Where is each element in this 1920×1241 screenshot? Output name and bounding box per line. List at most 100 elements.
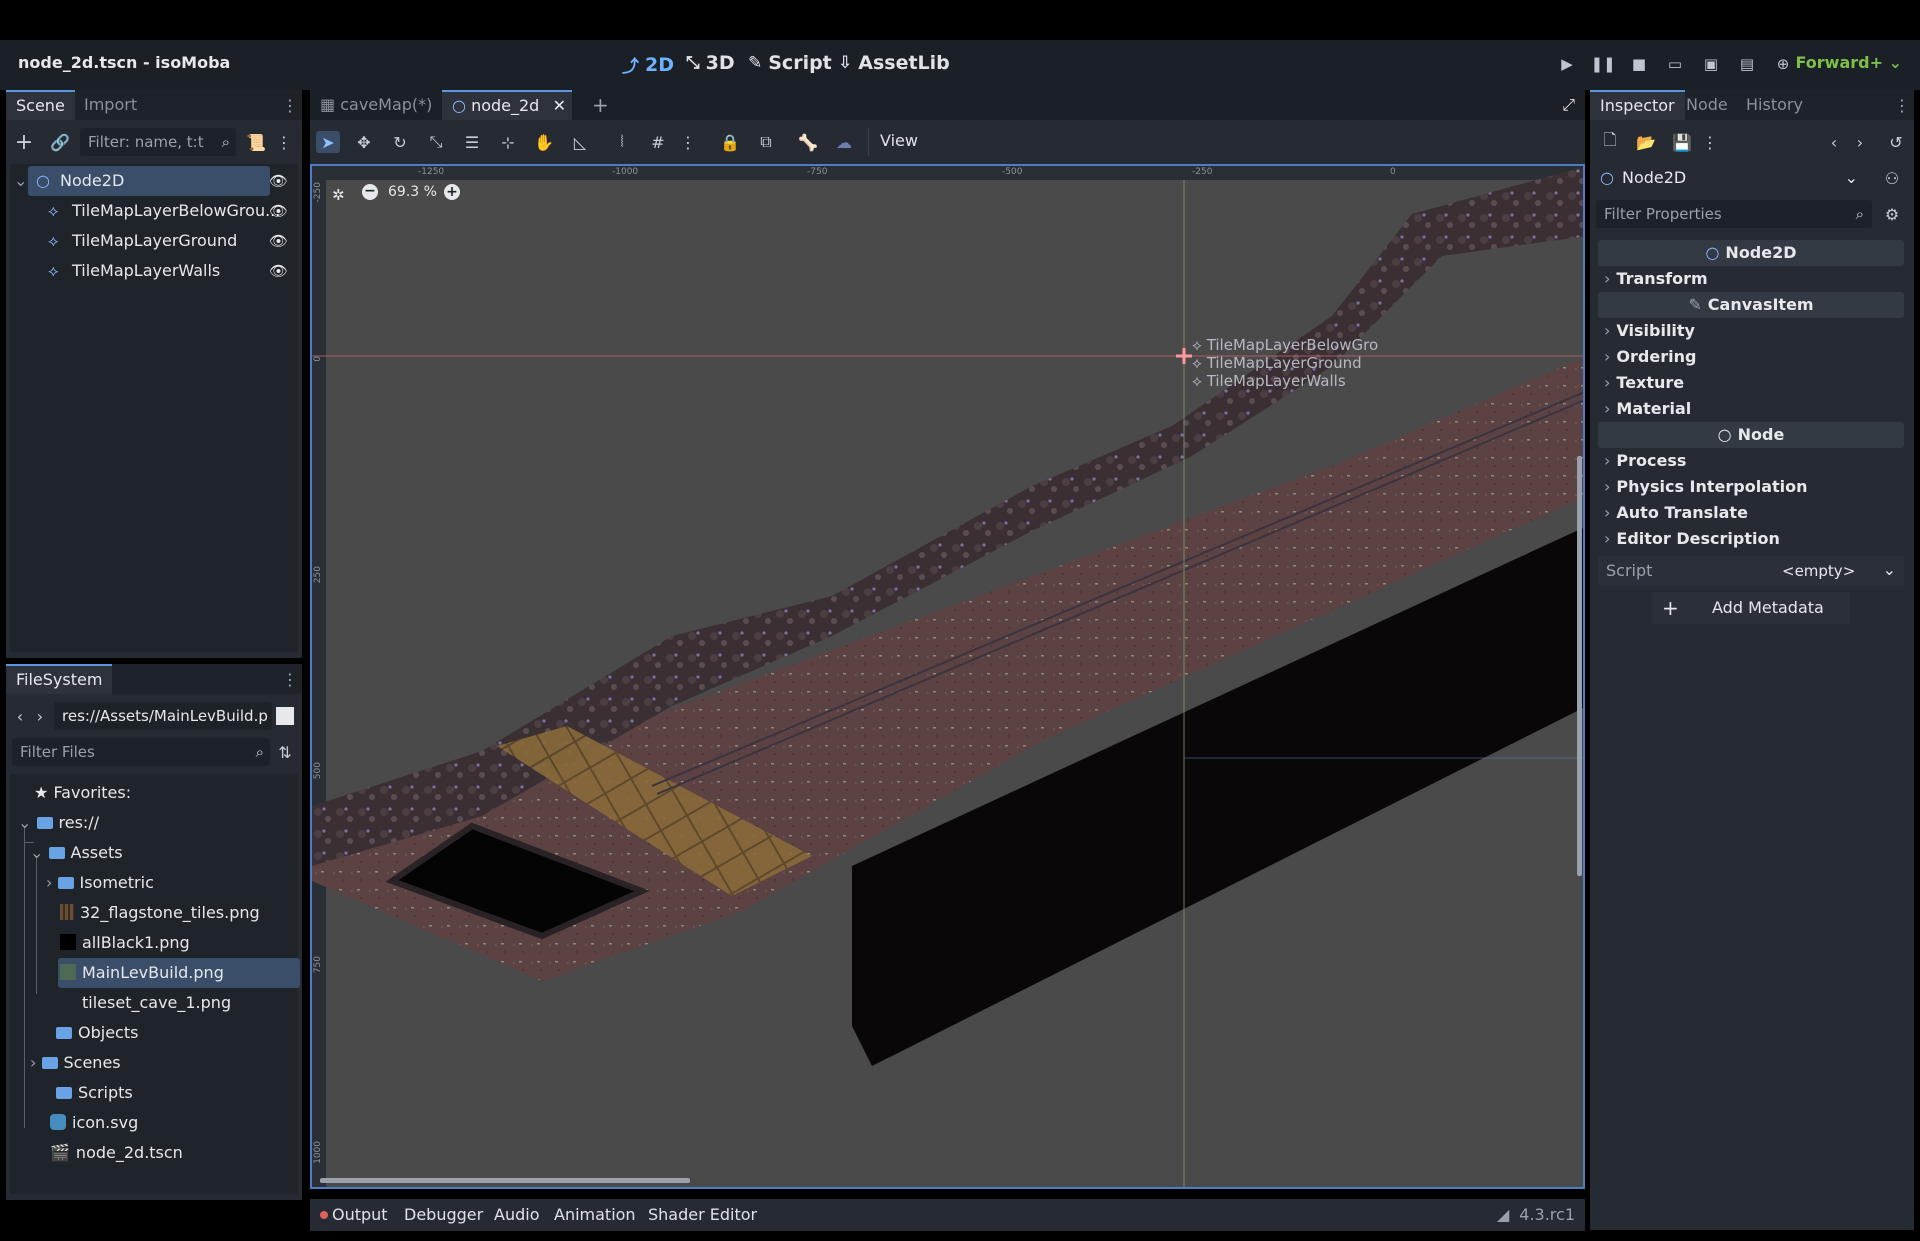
folder-res[interactable]: ⌄ res:// bbox=[18, 808, 99, 838]
tree-item-node2d[interactable]: ⌄ ○ Node2D 👁 bbox=[10, 166, 296, 196]
group-icon[interactable]: ⧉ bbox=[754, 131, 778, 153]
node-info-icon[interactable]: ⚇ bbox=[1880, 166, 1904, 190]
file-node2d-scene[interactable]: 🎬 node_2d.tscn bbox=[50, 1138, 183, 1168]
chevron-right-icon[interactable]: › bbox=[46, 873, 52, 892]
object-history-icon[interactable]: ↺ bbox=[1884, 130, 1908, 154]
mode-3d-button[interactable]: ⤡ 3D bbox=[686, 52, 735, 74]
tab-shader-editor[interactable]: Shader Editor bbox=[648, 1205, 757, 1224]
history-forward-icon[interactable]: › bbox=[1850, 130, 1870, 154]
tab-audio[interactable]: Audio bbox=[494, 1205, 539, 1224]
bone-icon[interactable]: 🦴 bbox=[796, 131, 820, 153]
list-select-icon[interactable]: ☰ bbox=[460, 131, 484, 153]
scene-filter-input[interactable]: Filter: name, t:t ⌕ bbox=[80, 128, 236, 156]
lock-icon[interactable]: 🔒 bbox=[718, 131, 742, 153]
group-ordering[interactable]: › Ordering bbox=[1604, 344, 1696, 370]
grid-snap-icon[interactable]: # bbox=[646, 131, 670, 153]
new-resource-icon[interactable]: 🗋 bbox=[1598, 130, 1622, 154]
tab-filesystem[interactable]: FileSystem bbox=[6, 664, 113, 694]
scale-mode-icon[interactable]: ⤡ bbox=[424, 131, 448, 153]
file-mainlevbuild[interactable]: MainLevBuild.png bbox=[58, 958, 300, 988]
scene-dock-menu-icon[interactable]: ⋮ bbox=[282, 96, 298, 115]
chevron-down-icon[interactable]: ⌄ bbox=[14, 166, 27, 196]
group-material[interactable]: › Material bbox=[1604, 396, 1691, 422]
file-icon-svg[interactable]: icon.svg bbox=[50, 1108, 138, 1138]
movie-maker-icon[interactable]: ⊕ bbox=[1772, 53, 1794, 75]
pause-icon[interactable]: ❚❚ bbox=[1590, 53, 1615, 75]
move-mode-icon[interactable]: ✥ bbox=[352, 131, 376, 153]
group-auto-translate[interactable]: › Auto Translate bbox=[1604, 500, 1748, 526]
close-icon[interactable]: ✕ bbox=[553, 92, 566, 120]
tab-output[interactable]: Output bbox=[320, 1205, 388, 1224]
open-folder-icon[interactable]: 📂 bbox=[1634, 130, 1658, 154]
group-physics-interpolation[interactable]: › Physics Interpolation bbox=[1604, 474, 1808, 500]
resource-menu-icon[interactable]: ⋮ bbox=[1700, 130, 1720, 154]
tab-inspector[interactable]: Inspector bbox=[1590, 90, 1685, 120]
reset-zoom-icon[interactable]: ✲ bbox=[332, 186, 345, 204]
zoom-in-icon[interactable]: + bbox=[444, 184, 460, 200]
folder-scripts[interactable]: Scripts bbox=[46, 1078, 133, 1108]
group-transform[interactable]: › Transform bbox=[1604, 266, 1708, 292]
chevron-down-icon[interactable]: ⌄ bbox=[30, 843, 43, 862]
tab-scene[interactable]: Scene bbox=[6, 90, 75, 120]
folder-isometric[interactable]: › Isometric bbox=[46, 868, 154, 898]
play-custom-scene-icon[interactable]: ▤ bbox=[1736, 53, 1758, 75]
stop-icon[interactable]: ■ bbox=[1628, 53, 1650, 75]
zoom-level[interactable]: 69.3 % bbox=[388, 184, 437, 200]
attach-script-icon[interactable]: 📜 bbox=[244, 130, 268, 154]
instance-scene-icon[interactable]: 🔗 bbox=[48, 130, 72, 154]
tab-import[interactable]: Import bbox=[74, 90, 147, 120]
object-selector[interactable]: ○ Node2D ⌄ bbox=[1596, 164, 1864, 192]
file-tileset-cave[interactable]: tileset_cave_1.png bbox=[82, 988, 231, 1018]
tree-item-tilemap-walls[interactable]: ⟡ TileMapLayerWalls 👁 bbox=[10, 256, 296, 286]
file-flagstone[interactable]: 32_flagstone_tiles.png bbox=[60, 898, 260, 928]
group-visibility[interactable]: › Visibility bbox=[1604, 318, 1695, 344]
group-editor-description[interactable]: › Editor Description bbox=[1604, 526, 1780, 552]
zoom-out-icon[interactable]: − bbox=[362, 184, 378, 200]
pivot-mode-icon[interactable]: ⊹ bbox=[496, 131, 520, 153]
play-icon[interactable]: ▶ bbox=[1556, 53, 1578, 75]
inspector-dock-menu-icon[interactable]: ⋮ bbox=[1894, 96, 1910, 115]
mode-script-button[interactable]: ✎ Script bbox=[748, 52, 832, 74]
folder-assets[interactable]: ⌄ Assets bbox=[30, 838, 123, 868]
path-field[interactable]: res://Assets/MainLevBuild.p bbox=[54, 702, 272, 730]
sort-icon[interactable]: ⇅ bbox=[274, 740, 296, 764]
cloud-icon[interactable]: ☁ bbox=[832, 131, 856, 153]
visibility-eye-icon[interactable]: 👁 bbox=[269, 256, 288, 286]
save-icon[interactable]: 💾 bbox=[1670, 130, 1694, 154]
tab-cavemap[interactable]: ▦ caveMap(*) bbox=[310, 90, 442, 120]
tab-debugger[interactable]: Debugger bbox=[404, 1205, 483, 1224]
filter-properties-input[interactable]: Filter Properties ⌕ bbox=[1596, 200, 1872, 228]
favorites-row[interactable]: ★ Favorites: bbox=[34, 778, 131, 808]
filter-files-input[interactable]: Filter Files ⌕ bbox=[12, 738, 270, 766]
new-tab-icon[interactable]: + bbox=[582, 90, 619, 120]
tree-item-tilemap-below[interactable]: ⟡ TileMapLayerBelowGrou... 👁 bbox=[10, 196, 296, 226]
chevron-down-icon[interactable]: ⌄ bbox=[1883, 560, 1896, 579]
ruler-mode-icon[interactable]: ◺ bbox=[568, 131, 592, 153]
back-icon[interactable]: ‹ bbox=[12, 704, 28, 728]
group-texture[interactable]: › Texture bbox=[1604, 370, 1684, 396]
filesystem-menu-icon[interactable]: ⋮ bbox=[282, 670, 298, 689]
snap-options-icon[interactable]: ⋮ bbox=[676, 131, 700, 153]
history-back-icon[interactable]: ‹ bbox=[1824, 130, 1844, 154]
visibility-eye-icon[interactable]: 👁 bbox=[269, 226, 288, 256]
canvas-viewport[interactable]: -1250 -1000 -750 -500 -250 0 -250 0 250 … bbox=[310, 164, 1585, 1189]
chevron-right-icon[interactable]: › bbox=[30, 1053, 36, 1072]
chevron-down-icon[interactable]: ⌄ bbox=[1845, 164, 1858, 192]
file-allblack[interactable]: allBlack1.png bbox=[60, 928, 190, 958]
distraction-free-icon[interactable]: ⤢ bbox=[1552, 90, 1585, 120]
select-mode-icon[interactable]: ➤ bbox=[316, 131, 340, 153]
play-scene-icon[interactable]: ▣ bbox=[1700, 53, 1722, 75]
toggle-split-icon[interactable] bbox=[276, 707, 294, 725]
view-menu[interactable]: View bbox=[880, 131, 918, 150]
add-node-icon[interactable]: + bbox=[12, 130, 36, 155]
scene-tree-menu-icon[interactable]: ⋮ bbox=[274, 130, 294, 154]
pan-mode-icon[interactable]: ✋ bbox=[532, 131, 556, 153]
rotate-mode-icon[interactable]: ↻ bbox=[388, 131, 412, 153]
mode-2d-button[interactable]: ⤴ 2D bbox=[622, 52, 674, 78]
tab-animation[interactable]: Animation bbox=[554, 1205, 636, 1224]
folder-objects[interactable]: Objects bbox=[46, 1018, 138, 1048]
tab-node[interactable]: Node bbox=[1676, 90, 1738, 120]
group-process[interactable]: › Process bbox=[1604, 448, 1686, 474]
visibility-eye-icon[interactable]: 👁 bbox=[269, 196, 288, 226]
mode-assetlib-button[interactable]: ⇩ AssetLib bbox=[838, 52, 950, 74]
